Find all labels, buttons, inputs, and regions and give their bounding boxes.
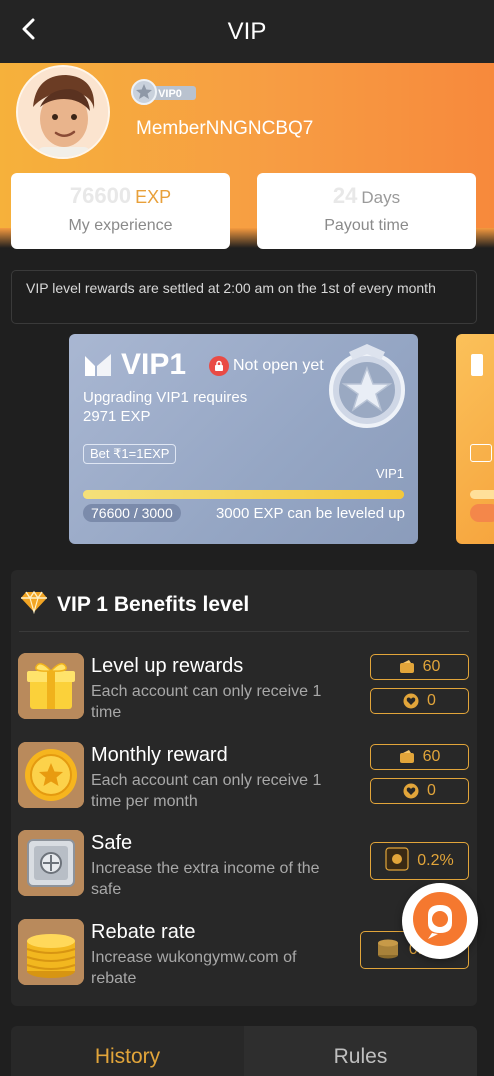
chat-bubble-icon xyxy=(410,889,470,954)
progress-value: 76600 / 3000 xyxy=(83,504,181,522)
locked-status: Not open yet xyxy=(209,356,324,376)
safe-rate: 0.2% xyxy=(417,852,454,869)
vip-page: VIP VIP0 MemberNNGNCBQ7 76600 EXP My expe… xyxy=(0,0,494,1076)
divider xyxy=(19,631,469,632)
vip-badge-label: VIP0 xyxy=(158,88,182,100)
reward-amount: 60 xyxy=(422,658,441,675)
vip-logo-icon xyxy=(83,352,113,378)
chevron-left-icon xyxy=(21,18,37,45)
vip-star-emblem-icon xyxy=(319,338,415,434)
member-name: MemberNNGNCBQ7 xyxy=(136,118,314,139)
customer-service-button[interactable] xyxy=(402,883,478,959)
benefit-monthly-reward: Monthly reward Each account can only rec… xyxy=(18,742,470,812)
progress-note: 3000 EXP can be leveled up xyxy=(215,505,405,522)
experience-card: 76600 EXP My experience xyxy=(11,173,230,249)
coin-star-icon xyxy=(18,742,84,808)
payout-value: 24 xyxy=(332,183,358,208)
benefit-safe: Safe Increase the extra income of the sa… xyxy=(18,830,470,900)
top-bar: VIP xyxy=(0,0,494,63)
progress-fill xyxy=(83,490,404,499)
bet-rate-tag: Bet ₹1=1EXP xyxy=(83,444,177,464)
heart-coin-icon xyxy=(403,783,419,799)
requirement-line-2: 2971 EXP xyxy=(83,408,151,425)
benefit-level-up-rewards: Level up rewards Each account can only r… xyxy=(18,653,470,723)
tab-rules[interactable]: Rules xyxy=(244,1026,477,1076)
requirement-line-1: Upgrading VIP1 requires xyxy=(83,389,248,406)
reward-amount-pill: 60 xyxy=(370,654,469,680)
reward-amount-pill: 60 xyxy=(370,744,469,770)
benefit-title: Rebate rate xyxy=(91,921,196,943)
experience-value: 76600 xyxy=(69,183,132,208)
benefit-description: Each account can only receive 1 time xyxy=(91,683,322,721)
next-vip-card-peek[interactable] xyxy=(456,334,494,544)
safe-rate-pill: 0.2% xyxy=(370,842,469,880)
benefit-title: Safe xyxy=(91,832,133,854)
safe-mini-icon xyxy=(385,846,409,876)
bonus-amount: 0 xyxy=(427,782,436,799)
vip-level-card[interactable]: VIP1 Not open yet Upgrading VIP1 require… xyxy=(69,334,418,544)
lock-icon xyxy=(209,356,229,376)
benefit-title: Level up rewards xyxy=(91,655,244,677)
benefit-description: Each account can only receive 1 time per… xyxy=(91,772,322,810)
benefits-header: VIP 1 Benefits level xyxy=(20,590,249,619)
benefit-description: Increase wukongymw.com of rebate xyxy=(91,949,297,987)
payout-card: 24 Days Payout time xyxy=(257,173,476,249)
benefit-description: Increase the extra income of the safe xyxy=(91,860,320,898)
settlement-notice: VIP level rewards are settled at 2:00 am… xyxy=(11,270,477,324)
tab-history[interactable]: History xyxy=(11,1026,244,1076)
level-progress-bar xyxy=(83,490,404,499)
card-level-label: VIP1 xyxy=(375,466,404,481)
coin-stack-icon xyxy=(18,919,84,985)
payout-label: Payout time xyxy=(324,217,409,234)
reward-amount: 60 xyxy=(422,748,441,765)
gift-icon xyxy=(18,653,84,719)
back-button[interactable] xyxy=(14,16,44,46)
vip-card-title: VIP1 xyxy=(121,348,187,381)
safe-icon xyxy=(18,830,84,896)
payout-unit: Days xyxy=(361,188,401,207)
benefits-title: VIP 1 Benefits level xyxy=(57,592,250,616)
heart-coin-icon xyxy=(403,693,419,709)
history-rules-tabs: History Rules xyxy=(11,1026,477,1076)
vip-level-badge: VIP0 xyxy=(130,78,198,106)
bonus-amount: 0 xyxy=(427,692,436,709)
benefit-title: Monthly reward xyxy=(91,744,228,766)
bonus-amount-pill: 0 xyxy=(370,688,469,714)
experience-label: My experience xyxy=(68,217,173,234)
lock-text: Not open yet xyxy=(233,357,324,374)
coin-stack-mini-icon xyxy=(375,935,401,966)
bonus-amount-pill: 0 xyxy=(370,778,469,804)
diamond-icon xyxy=(20,590,48,619)
page-title: VIP xyxy=(227,17,267,45)
avatar[interactable] xyxy=(16,65,110,159)
wallet-icon xyxy=(399,659,415,675)
wallet-icon xyxy=(399,749,415,765)
experience-unit: EXP xyxy=(135,187,172,207)
